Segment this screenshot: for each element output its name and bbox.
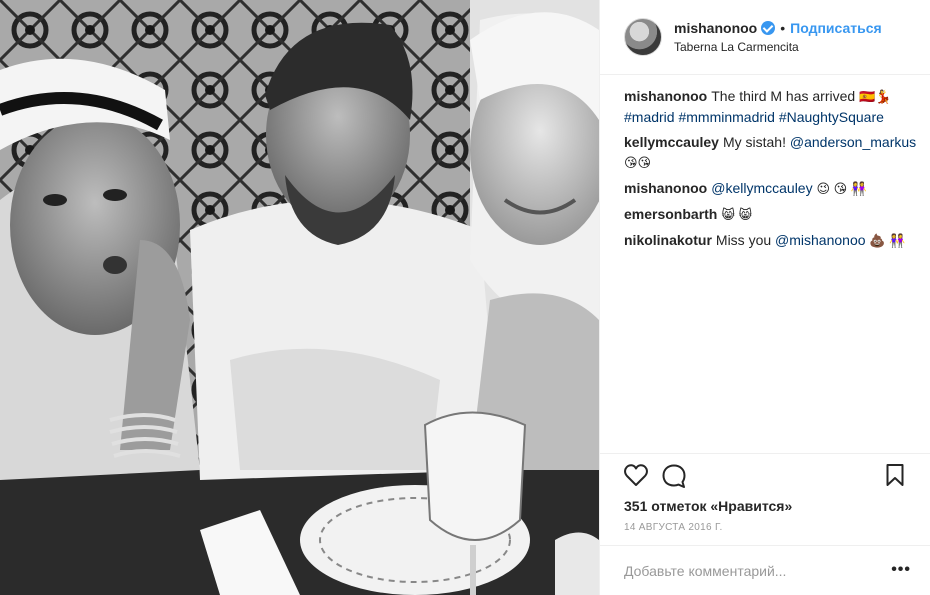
header-row: mishanonoo • Подписаться [674, 20, 882, 36]
header-text: mishanonoo • Подписаться Taberna La Carm… [674, 20, 882, 54]
instagram-post: mishanonoo • Подписаться Taberna La Carm… [0, 0, 930, 595]
comment-emoji: 😉 😘 👭 [816, 181, 867, 196]
comment-username[interactable]: mishanonoo [624, 180, 707, 196]
likes-count[interactable]: 351 отметок «Нравится» [624, 498, 792, 514]
comment-mention[interactable]: @kellymccauley [711, 180, 812, 196]
heart-icon[interactable] [624, 464, 648, 489]
post-side-panel: mishanonoo • Подписаться Taberna La Carm… [599, 0, 930, 595]
post-photo-image [0, 0, 599, 595]
bookmark-icon[interactable] [886, 464, 904, 489]
comment-username[interactable]: nikolinakotur [624, 232, 712, 248]
verified-badge-icon [761, 21, 776, 35]
comment-text: The third M has arrived [711, 88, 860, 104]
comment-emoji: 🇪🇸💃 [859, 89, 892, 104]
post-photo[interactable] [0, 0, 599, 595]
comment-emoji: 😸 😸 [721, 207, 753, 222]
header-username[interactable]: mishanonoo [674, 20, 757, 36]
comment-text: Miss you [715, 232, 776, 248]
comments-list: mishanonoo The third M has arrived 🇪🇸💃 #m… [624, 86, 920, 256]
comment-item: nikolinakotur Miss you @mishanonoo 💩 👭 [624, 230, 920, 251]
comment-emoji: 💩 👭 [869, 233, 906, 248]
comment-username[interactable]: emersonbarth [624, 206, 717, 222]
post-header: mishanonoo • Подписаться Taberna La Carm… [600, 0, 930, 75]
speech-bubble-icon[interactable] [662, 464, 686, 491]
avatar[interactable] [624, 18, 662, 56]
comment-username[interactable]: mishanonoo [624, 88, 707, 104]
caption-comment: mishanonoo The third M has arrived 🇪🇸💃 #m… [624, 86, 920, 127]
comment-text: My sistah! [722, 134, 790, 150]
comment-item: emersonbarth 😸 😸 [624, 204, 920, 225]
action-bar [600, 453, 930, 493]
comment-item: kellymccauley My sistah! @anderson_markus… [624, 132, 920, 173]
comment-emoji: 😘😘 [624, 155, 652, 170]
comment-mention[interactable]: @anderson_markus [790, 134, 916, 150]
post-date: 14 АВГУСТА 2016 Г. [624, 522, 723, 533]
comment-username[interactable]: kellymccauley [624, 134, 719, 150]
comment-hashtags[interactable]: #madrid #mmminmadrid #NaughtySquare [624, 109, 884, 125]
comment-input[interactable] [624, 560, 874, 582]
more-options-icon[interactable]: ••• [891, 562, 911, 578]
comment-item: mishanonoo @kellymccauley 😉 😘 👭 [624, 178, 920, 199]
location-link[interactable]: Taberna La Carmencita [674, 40, 882, 54]
comment-mention[interactable]: @mishanonoo [775, 232, 866, 248]
header-separator: • [780, 20, 786, 36]
add-comment-bar: ••• [600, 545, 930, 595]
follow-button[interactable]: Подписаться [790, 20, 882, 36]
